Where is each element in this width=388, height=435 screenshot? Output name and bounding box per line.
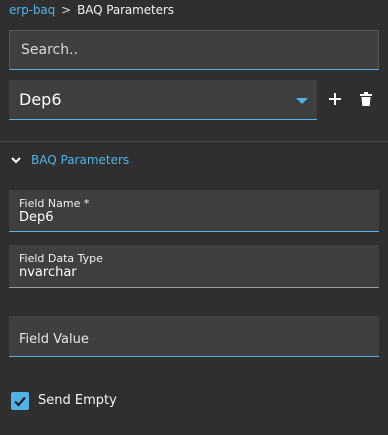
field-value-placeholder: Field Value: [19, 331, 89, 347]
breadcrumb: erp-baq > BAQ Parameters: [9, 2, 174, 18]
field-name-value[interactable]: Dep6: [19, 210, 379, 226]
trash-icon: [360, 92, 372, 106]
caret-down-icon[interactable]: [296, 98, 308, 104]
send-empty-checkbox[interactable]: [11, 391, 29, 410]
field-name-input[interactable]: Field Name * Dep6: [9, 190, 379, 232]
search-box[interactable]: [9, 30, 379, 70]
divider: [0, 141, 388, 142]
chevron-down-icon: [11, 157, 21, 164]
field-data-type-input[interactable]: Field Data Type nvarchar: [9, 245, 379, 288]
field-name-label: Field Name *: [19, 197, 90, 210]
field-data-type-value[interactable]: nvarchar: [19, 265, 379, 281]
send-empty-option[interactable]: Send Empty: [11, 391, 117, 410]
breadcrumb-current: BAQ Parameters: [77, 3, 174, 17]
breadcrumb-separator: >: [61, 3, 72, 17]
section-toggle-baq-parameters[interactable]: BAQ Parameters: [10, 152, 129, 168]
checkmark-icon: [14, 396, 26, 407]
parameter-set-dropdown[interactable]: Dep6: [9, 80, 317, 120]
search-input[interactable]: [21, 31, 378, 69]
send-empty-label: Send Empty: [38, 393, 117, 408]
baq-parameters-panel: erp-baq > BAQ Parameters Dep6 BAQ Parame…: [0, 0, 388, 435]
plus-icon: [329, 93, 341, 105]
dropdown-selected-value: Dep6: [19, 90, 62, 109]
section-title: BAQ Parameters: [31, 153, 130, 167]
breadcrumb-parent-link[interactable]: erp-baq: [9, 3, 55, 17]
add-button[interactable]: [327, 91, 343, 107]
delete-button[interactable]: [358, 91, 374, 107]
field-data-type-label: Field Data Type: [19, 252, 103, 265]
field-value-input[interactable]: Field Value: [9, 316, 379, 357]
